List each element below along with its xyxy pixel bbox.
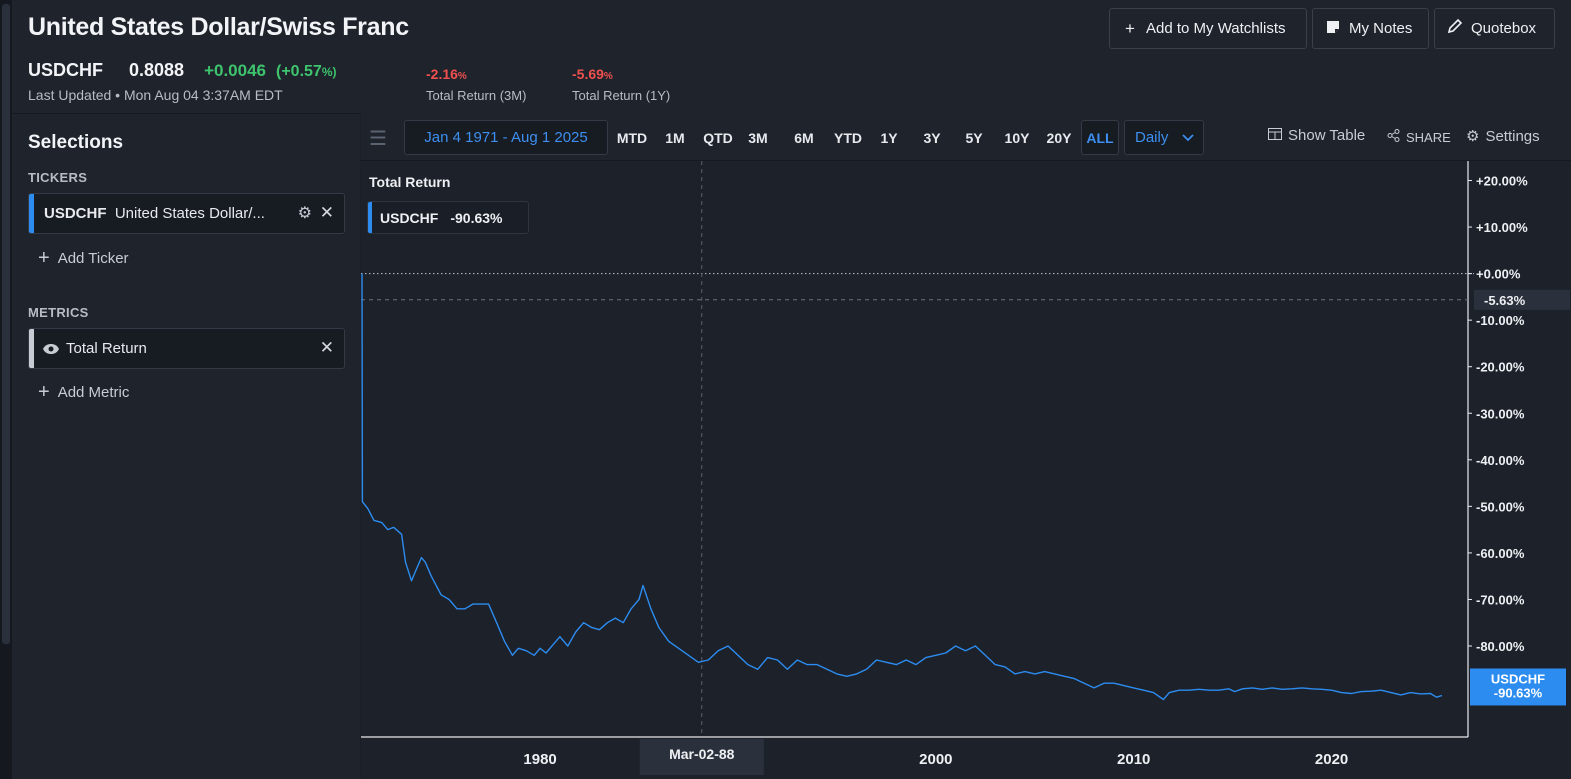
y-tick-label: -40.00% [1476, 453, 1525, 468]
chevron-down-icon [1182, 129, 1194, 146]
add-to-watchlists-button[interactable]: + Add to My Watchlists [1109, 8, 1307, 49]
gear-icon: ⚙ [1466, 128, 1480, 145]
y-tick-label: -80.00% [1476, 639, 1525, 654]
note-icon [1325, 19, 1341, 39]
pencil-icon [1447, 18, 1463, 39]
selections-sidebar: Selections TICKERS USDCHF United States … [12, 113, 360, 779]
chart-panel: ☰ Jan 4 1971 - Aug 1 2025 MTD 1M QTD 3M 6M YT… [361, 113, 1571, 779]
quotebox-button[interactable]: Quotebox [1434, 8, 1555, 49]
collapse-menu-icon[interactable]: ☰ [369, 126, 387, 151]
range-button-all[interactable]: ALL [1081, 120, 1119, 155]
page-scrollbar[interactable] [0, 0, 12, 779]
settings-button[interactable]: ⚙ Settings [1466, 127, 1540, 146]
table-icon [1268, 127, 1282, 144]
y-tick-label: -10.00% [1476, 313, 1525, 328]
close-icon[interactable]: ✕ [320, 338, 334, 358]
crosshair-date-label: Mar-02-88 [669, 746, 735, 762]
metrics-label: METRICS [28, 305, 89, 320]
range-button-qtd[interactable]: QTD [698, 120, 738, 155]
return-1y: -5.69% Total Return (1Y) [572, 66, 671, 103]
frequency-select[interactable]: Daily [1124, 120, 1204, 155]
share-icon [1387, 129, 1400, 145]
x-tick-label: 1980 [523, 751, 556, 768]
y-tick-label: +0.00% [1476, 267, 1521, 282]
plus-icon: + [38, 247, 50, 269]
last-updated: Last Updated • Mon Aug 04 3:37AM EDT [28, 87, 283, 103]
y-tick-label: -70.00% [1476, 592, 1525, 607]
total-return-chart[interactable]: +20.00% +10.00% +0.00% -10.00% -20.00% -30.00… [361, 161, 1571, 779]
quote-symbol: USDCHF [28, 60, 103, 80]
last-value-number: -90.63% [1494, 685, 1543, 700]
tickers-label: TICKERS [28, 170, 88, 185]
plus-icon: + [38, 381, 50, 403]
legend-color-bar [368, 202, 372, 233]
y-tick-label: +10.00% [1476, 220, 1528, 235]
x-tick-label: 2000 [919, 751, 952, 768]
chart-title: Total Return [369, 174, 451, 190]
y-tick-label: -30.00% [1476, 406, 1525, 421]
x-tick-label: 2010 [1117, 751, 1150, 768]
quote-row: USDCHF 0.8088 +0.0046 (+0.57%) [28, 60, 336, 81]
page-scrollbar-thumb[interactable] [2, 4, 10, 644]
ticker-color-bar [29, 194, 34, 233]
y-tick-label: -50.00% [1476, 499, 1525, 514]
quote-change: +0.0046 [204, 61, 266, 80]
page-header: United States Dollar/Swiss Franc USDCHF … [12, 0, 1571, 113]
y-tick-label: -60.00% [1476, 546, 1525, 561]
range-button-mtd[interactable]: MTD [613, 120, 651, 155]
quote-price: 0.8088 [129, 60, 185, 80]
show-table-button[interactable]: Show Table [1268, 127, 1365, 144]
metric-color-bar [29, 329, 34, 368]
return-3m: -2.16% Total Return (3M) [426, 66, 527, 103]
metric-name: Total Return [66, 340, 147, 357]
series-line-usdchf [361, 273, 1443, 701]
range-button-20y[interactable]: 20Y [1040, 120, 1078, 155]
range-button-10y[interactable]: 10Y [998, 120, 1036, 155]
last-value-name: USDCHF [1491, 671, 1545, 686]
range-button-ytd[interactable]: YTD [826, 120, 870, 155]
ticker-text: USDCHF United States Dollar/... [44, 205, 265, 222]
range-button-5y[interactable]: 5Y [958, 120, 990, 155]
reference-label: -5.63% [1484, 293, 1526, 308]
plus-icon: + [1125, 18, 1135, 38]
range-button-3m[interactable]: 3M [743, 120, 773, 155]
legend-series-name: USDCHF [380, 209, 439, 226]
add-metric-button[interactable]: + Add Metric [38, 381, 129, 404]
add-ticker-button[interactable]: + Add Ticker [38, 247, 129, 270]
my-notes-button[interactable]: My Notes [1312, 8, 1429, 49]
eye-icon[interactable] [42, 343, 60, 355]
date-range-picker[interactable]: Jan 4 1971 - Aug 1 2025 [404, 120, 608, 155]
legend-series-value: -90.63% [450, 209, 503, 226]
gear-icon[interactable]: ⚙ [298, 203, 312, 223]
y-tick-label: -20.00% [1476, 360, 1525, 375]
chart-legend: USDCHF -90.63% [367, 201, 529, 234]
close-icon[interactable]: ✕ [320, 203, 334, 223]
range-button-3y[interactable]: 3Y [916, 120, 948, 155]
ticker-card[interactable]: USDCHF United States Dollar/... ⚙ ✕ [28, 193, 345, 234]
y-tick-label: +20.00% [1476, 174, 1528, 189]
share-button[interactable]: SHARE [1387, 129, 1451, 145]
metric-card[interactable]: Total Return ✕ [28, 328, 345, 369]
quote-change-pct: (+0.57%) [276, 63, 337, 80]
x-tick-label: 2020 [1315, 751, 1348, 768]
range-button-1y[interactable]: 1Y [873, 120, 905, 155]
page-title: United States Dollar/Swiss Franc [28, 13, 409, 41]
chart-area[interactable]: +20.00% +10.00% +0.00% -10.00% -20.00% -30.00… [361, 161, 1571, 779]
range-button-6m[interactable]: 6M [786, 120, 822, 155]
range-button-1m[interactable]: 1M [659, 120, 691, 155]
chart-toolbar: ☰ Jan 4 1971 - Aug 1 2025 MTD 1M QTD 3M 6M YT… [361, 113, 1571, 161]
selections-title: Selections [28, 132, 124, 153]
